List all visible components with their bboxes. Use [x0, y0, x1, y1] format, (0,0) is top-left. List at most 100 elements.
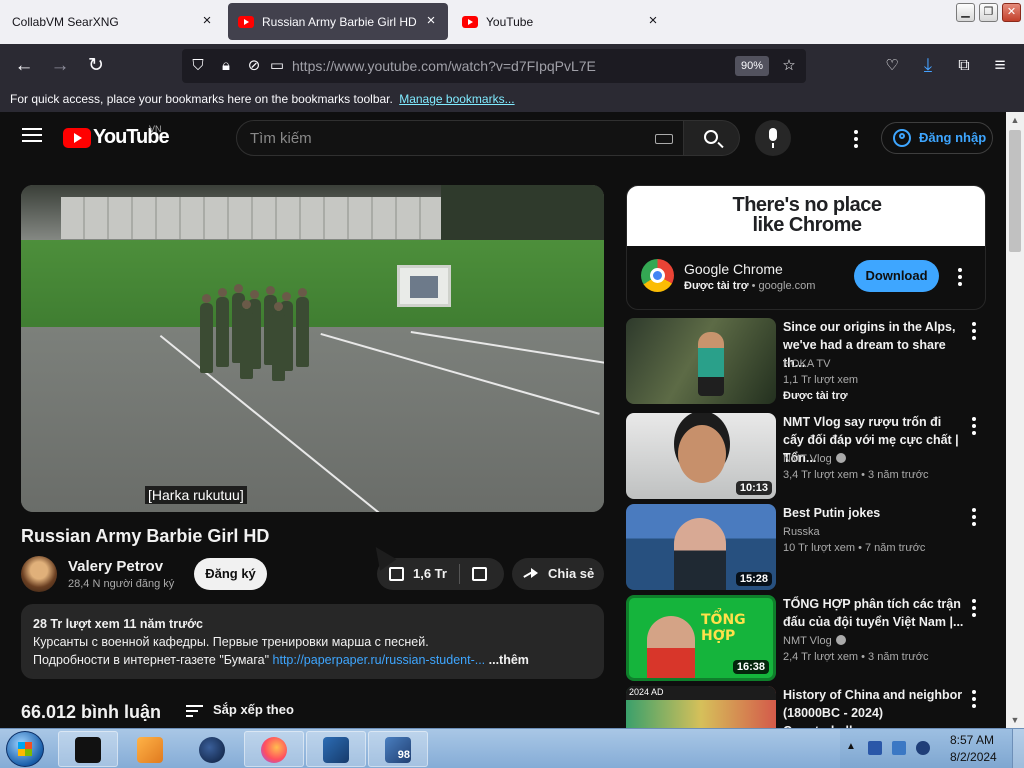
download-button[interactable]: Download [854, 260, 939, 292]
search-button[interactable] [684, 120, 740, 156]
video-thumbnail[interactable]: 15:28 [626, 504, 776, 590]
taskbar-app[interactable]: 98 [368, 731, 428, 767]
recommended-video[interactable]: 10:13 NMT Vlog say rượu trốn đi cấy đối … [626, 413, 986, 499]
volume-icon[interactable] [916, 741, 930, 755]
shield-icon[interactable]: ⛉ [187, 55, 209, 77]
recommended-video[interactable]: 15:28 Best Putin jokes Russka 10 Tr lượt… [626, 504, 986, 590]
view-stats: 28 Tr lượt xem 11 năm trước [33, 617, 203, 631]
more-options-kebab-icon[interactable] [972, 599, 976, 620]
minimize-window-button[interactable]: ▁ [956, 3, 975, 22]
keyboard-icon[interactable] [655, 134, 673, 144]
settings-kebab-icon[interactable] [854, 130, 858, 151]
recommended-meta: 3,4 Tr lượt xem • 3 năm trước [783, 469, 929, 481]
taskbar-virtualbox[interactable] [306, 731, 366, 767]
recommended-video[interactable]: 2024 AD History of China and neighbor (1… [626, 686, 986, 728]
video-thumbnail[interactable]: 2024 AD [626, 686, 776, 728]
reload-icon[interactable]: ↻ [82, 52, 110, 80]
extensions-icon[interactable]: ⧉ [950, 52, 978, 80]
forward-arrow-icon[interactable]: → [46, 52, 74, 80]
video-frame-wall [61, 197, 441, 239]
more-options-kebab-icon[interactable] [972, 322, 976, 343]
more-options-kebab-icon[interactable] [972, 508, 976, 529]
youtube-logo-icon[interactable] [63, 128, 91, 148]
close-icon[interactable]: × [644, 12, 662, 30]
recommended-video-title[interactable]: TỔNG HỢP phân tích các trận đấu của đội … [783, 595, 965, 631]
ad-banner[interactable]: There's no place like Chrome [627, 186, 985, 246]
close-icon[interactable]: × [422, 12, 440, 30]
sign-in-label: Đăng nhập [919, 130, 987, 145]
start-button[interactable] [6, 731, 44, 767]
more-options-kebab-icon[interactable] [972, 417, 976, 438]
channel-name[interactable]: NMT Vlog [783, 635, 832, 647]
recommended-video-title[interactable]: History of China and neighbor (18000BC -… [783, 686, 965, 728]
more-options-kebab-icon[interactable] [972, 690, 976, 711]
more-options-kebab-icon[interactable] [958, 268, 962, 289]
channel-name[interactable]: Valery Petrov [68, 558, 163, 575]
url-text[interactable]: https://www.youtube.com/watch?v=d7FIpqPv… [292, 58, 596, 74]
sign-in-button[interactable]: Đăng nhập [881, 122, 993, 154]
restore-window-button[interactable]: ❐ [979, 3, 998, 22]
video-thumbnail[interactable]: 10:13 [626, 413, 776, 499]
bookmark-star-icon[interactable]: ☆ [778, 55, 800, 77]
recommended-channel[interactable]: Russka [783, 526, 820, 538]
recommended-video[interactable]: 16:38 TỔNG HỢP phân tích các trận đấu củ… [626, 595, 986, 681]
recommended-video-title[interactable]: Best Putin jokes [783, 504, 965, 522]
chrome-logo-icon [641, 259, 674, 292]
recommended-video[interactable]: Since our origins in the Alps, we've had… [626, 318, 986, 404]
like-count: 1,6 Tr [413, 566, 447, 581]
subscribe-button[interactable]: Đăng ký [194, 558, 267, 590]
taskbar-firefox[interactable] [244, 731, 304, 767]
video-player[interactable]: [Harka rukutuu] [21, 185, 604, 512]
address-bar[interactable]: ⛉ 🔒︎ ⊘ ▭ https://www.youtube.com/watch?v… [182, 49, 806, 83]
scroll-down-icon[interactable]: ▼ [1006, 712, 1024, 728]
thumbs-down-icon[interactable] [472, 567, 487, 581]
zoom-level-badge[interactable]: 90% [735, 56, 769, 76]
search-input[interactable]: Tìm kiếm [236, 120, 684, 156]
voice-search-button[interactable] [755, 120, 791, 156]
close-icon[interactable]: × [198, 12, 216, 30]
pocket-icon[interactable]: ♡ [878, 52, 906, 80]
search-placeholder: Tìm kiếm [250, 130, 312, 147]
tray-expand-icon[interactable]: ▲ [846, 741, 856, 752]
virtualbox-icon [323, 737, 349, 763]
clock-date[interactable]: 8/2/2024 [950, 750, 997, 764]
page-scrollbar[interactable]: ▲ ▼ [1006, 112, 1024, 728]
scroll-up-icon[interactable]: ▲ [1006, 112, 1024, 128]
tab-collabvm-searxng[interactable]: CollabVM SearXNG × [2, 3, 224, 40]
hamburger-menu-icon[interactable] [22, 128, 42, 142]
network-icon[interactable] [868, 741, 882, 755]
channel-name[interactable]: NMT Vlog [783, 453, 832, 465]
recommended-meta: 2,4 Tr lượt xem • 3 năm trước [783, 651, 929, 663]
show-desktop-button[interactable] [1012, 729, 1024, 768]
description-link[interactable]: http://paperpaper.ru/russian-student-... [273, 653, 486, 667]
chrome-ad-card[interactable]: There's no place like Chrome Google Chro… [626, 185, 986, 310]
download-icon[interactable]: ⤓ [914, 52, 942, 80]
no-autoplay-icon[interactable]: ▭ [266, 55, 288, 77]
video-thumbnail[interactable]: 16:38 [626, 595, 776, 681]
share-button[interactable]: Chia sẻ [512, 558, 604, 590]
taskbar-media-player[interactable] [120, 731, 180, 767]
menu-icon[interactable]: ≡ [986, 52, 1014, 80]
manage-bookmarks-link[interactable]: Manage bookmarks... [399, 92, 514, 106]
taskbar-network[interactable] [182, 731, 242, 767]
video-title: Russian Army Barbie Girl HD [21, 526, 270, 546]
back-arrow-icon[interactable]: ← [10, 52, 38, 80]
tab-russian-army-barbie-girl[interactable]: Russian Army Barbie Girl HD - YouTube × [228, 3, 448, 40]
close-window-button[interactable]: ✕ [1002, 3, 1021, 22]
show-more-button[interactable]: ...thêm [485, 653, 529, 667]
video-description[interactable]: 28 Tr lượt xem 11 năm trước Курсанты с в… [21, 604, 604, 679]
sort-comments-button[interactable]: Sắp xếp theo [186, 702, 294, 717]
video-frame-trees [441, 185, 604, 245]
tab-youtube[interactable]: YouTube × [452, 3, 670, 40]
lock-icon[interactable]: 🔒︎ [215, 55, 237, 77]
video-thumbnail[interactable] [626, 318, 776, 404]
terminal-icon [75, 737, 101, 763]
recommended-channel[interactable]: HOKA TV [783, 358, 830, 370]
recommended-meta: 10 Tr lượt xem • 7 năm trước [783, 542, 926, 554]
permissions-icon[interactable]: ⊘ [243, 55, 265, 77]
display-icon[interactable] [892, 741, 906, 755]
taskbar-cmd[interactable] [58, 731, 118, 767]
channel-avatar[interactable] [21, 556, 57, 592]
scrollbar-thumb[interactable] [1009, 130, 1021, 252]
clock-time[interactable]: 8:57 AM [950, 733, 994, 747]
